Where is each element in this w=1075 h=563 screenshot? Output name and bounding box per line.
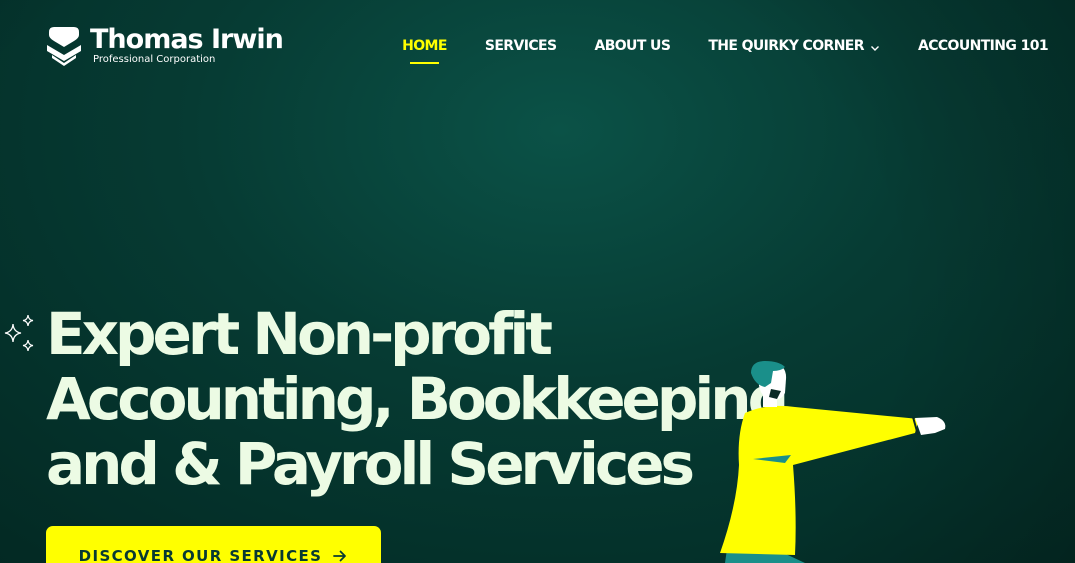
brand-logo[interactable]: Thomas Irwin Professional Corporation xyxy=(46,24,284,66)
nav-item-label: SERVICES xyxy=(484,38,557,54)
arrow-right-icon xyxy=(333,550,347,562)
headline-line: Expert Non-profit xyxy=(46,300,553,368)
nav-item-label: HOME xyxy=(402,38,447,54)
cta-label: DISCOVER OUR SERVICES xyxy=(78,547,323,563)
headline-line: and & Payroll Services xyxy=(46,430,695,498)
site-header: Thomas Irwin Professional Corporation HO… xyxy=(0,0,1075,90)
nav-item-about-us[interactable]: ABOUT US xyxy=(594,36,670,56)
brand-text: Thomas Irwin Professional Corporation xyxy=(90,24,284,66)
brand-tagline: Professional Corporation xyxy=(93,54,216,65)
nav-item-accounting-101[interactable]: ACCOUNTING 101 xyxy=(917,36,1049,56)
nav-item-the-quirky-corner[interactable]: THE QUIRKY CORNER xyxy=(708,36,880,56)
headline-line: Accounting, Bookkeeping xyxy=(46,365,789,433)
nav-item-label: THE QUIRKY CORNER xyxy=(708,38,864,54)
nav-item-home[interactable]: HOME xyxy=(402,36,447,64)
nav-item-label: ACCOUNTING 101 xyxy=(917,38,1049,54)
hero-headline: Expert Non-profit Accounting, Bookkeepin… xyxy=(46,300,789,498)
nav-item-label: ABOUT US xyxy=(594,38,671,54)
sparkle-icon xyxy=(4,314,34,352)
brand-name: Thomas Irwin xyxy=(90,24,284,55)
pointing-man-illustration xyxy=(720,361,946,563)
chevron-down-icon xyxy=(870,45,879,51)
discover-services-button[interactable]: DISCOVER OUR SERVICES xyxy=(46,526,381,563)
nav-item-services[interactable]: SERVICES xyxy=(485,36,557,56)
main-navigation: HOME SERVICES ABOUT US THE QUIRKY CORNER… xyxy=(364,36,1049,64)
stacked-chevron-logo-icon xyxy=(47,27,81,66)
